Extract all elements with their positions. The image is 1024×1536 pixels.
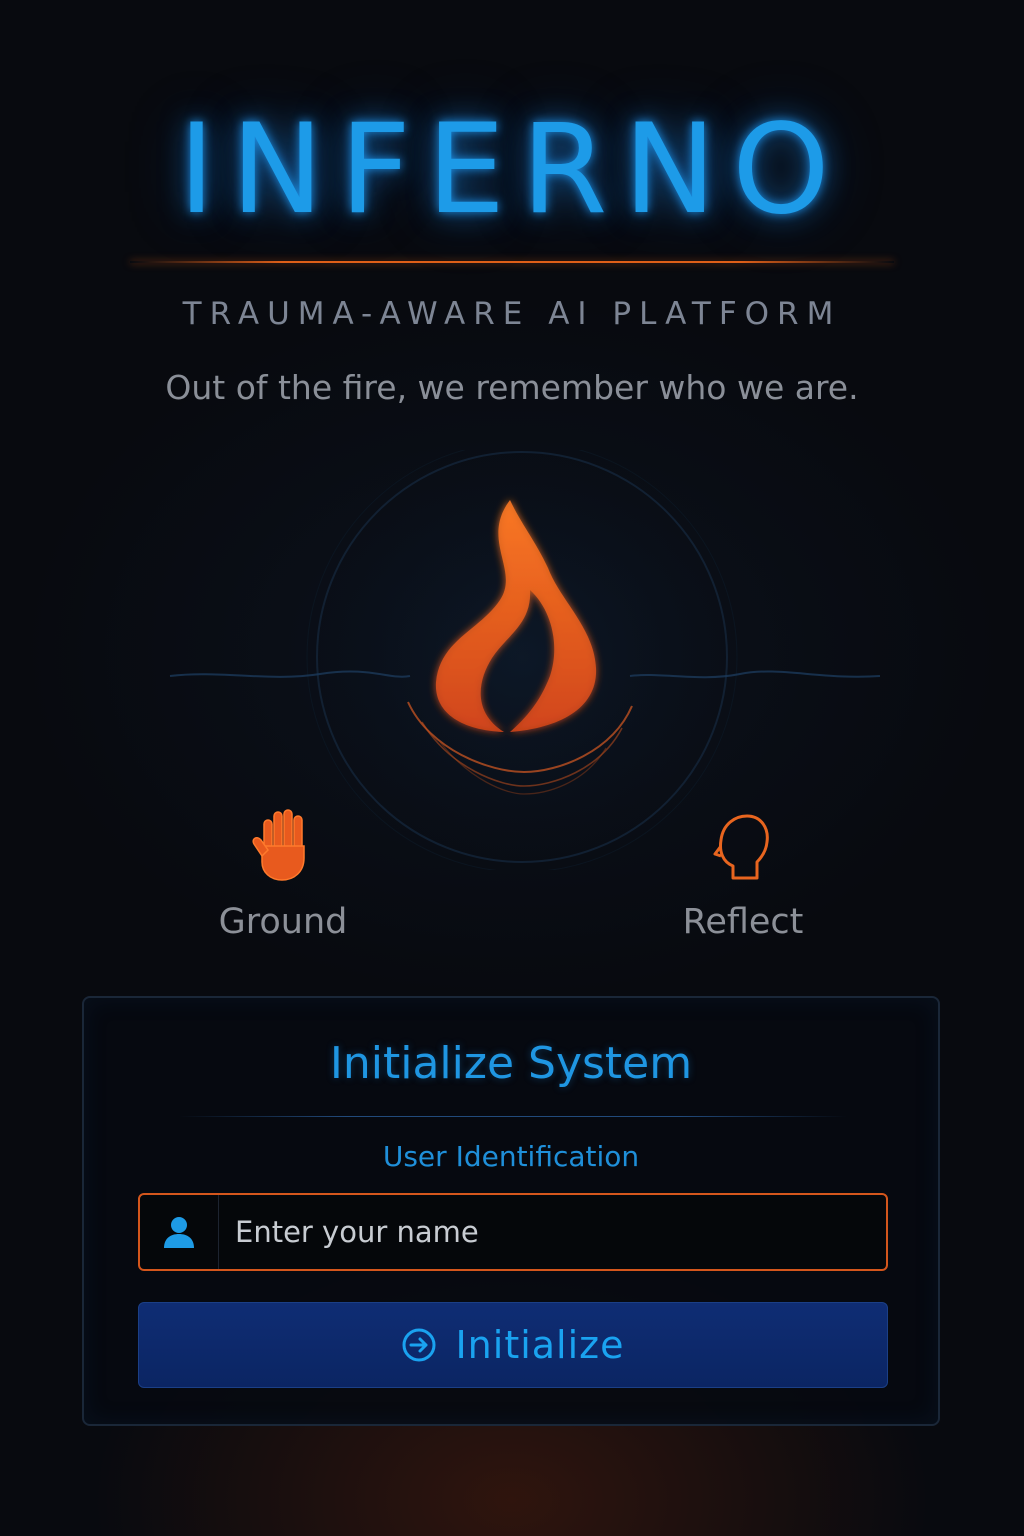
initialize-panel: Initialize System User Identification In… bbox=[82, 996, 940, 1426]
name-input[interactable] bbox=[219, 1195, 886, 1269]
panel-divider bbox=[179, 1116, 847, 1117]
tagline: Out of the fire, we remember who we are. bbox=[165, 368, 859, 407]
initialize-button[interactable]: Initialize bbox=[138, 1302, 888, 1388]
ground-option[interactable]: Ground bbox=[173, 802, 393, 942]
reflect-option[interactable]: Reflect bbox=[633, 802, 853, 942]
user-identification-label: User Identification bbox=[382, 1140, 640, 1173]
arrow-circle-icon bbox=[402, 1328, 436, 1362]
title-divider bbox=[130, 261, 894, 263]
initialize-button-label: Initialize bbox=[455, 1323, 625, 1367]
panel-title: Initialize System bbox=[329, 1038, 693, 1089]
reflect-label: Reflect bbox=[682, 902, 804, 942]
head-profile-icon bbox=[713, 814, 769, 880]
hand-icon bbox=[252, 809, 305, 881]
app-subtitle: TRAUMA-AWARE AI PLATFORM bbox=[182, 296, 842, 332]
app-title: INFERNO bbox=[178, 98, 846, 242]
ground-label: Ground bbox=[218, 902, 348, 942]
user-icon bbox=[140, 1195, 219, 1269]
name-field[interactable] bbox=[138, 1193, 888, 1271]
